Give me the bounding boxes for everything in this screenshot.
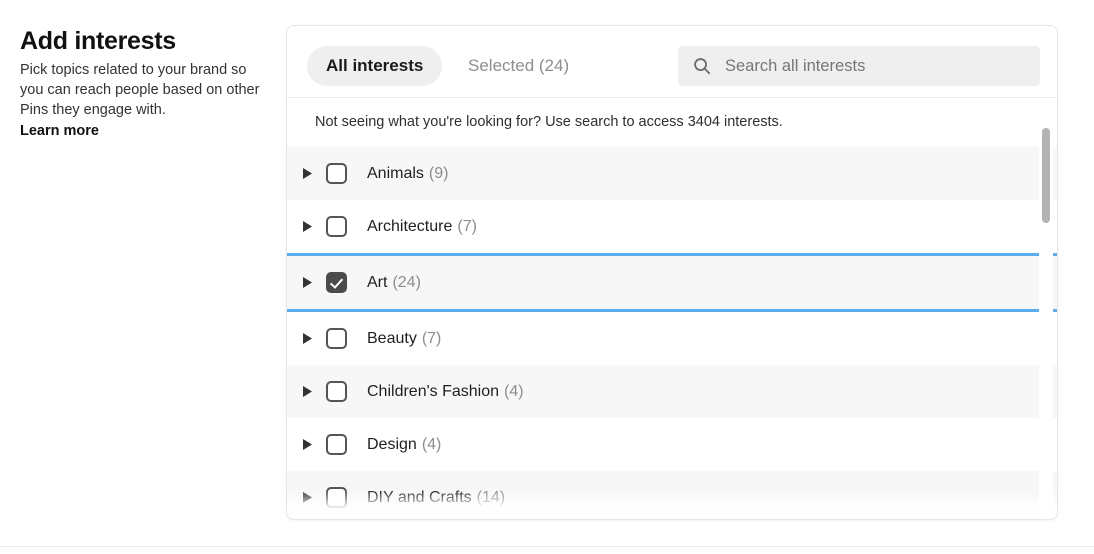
interest-count: (9) <box>429 165 449 183</box>
interest-row-design[interactable]: Design (4) <box>287 418 1057 471</box>
interest-label: Animals <box>367 165 424 183</box>
interest-count: (14) <box>477 489 505 507</box>
interest-row-diy-and-crafts[interactable]: DIY and Crafts (14) <box>287 471 1057 520</box>
search-icon <box>693 57 711 75</box>
interests-list: Animals (9) Architecture (7) Art (24) Be… <box>287 147 1057 520</box>
interest-label: Children's Fashion <box>367 383 499 401</box>
interest-count: (4) <box>422 436 442 454</box>
interest-checkbox[interactable] <box>326 216 347 237</box>
card-header: All interests Selected (24) <box>287 26 1057 98</box>
tab-selected[interactable]: Selected (24) <box>449 46 588 86</box>
interest-label: DIY and Crafts <box>367 489 472 507</box>
interest-label: Architecture <box>367 218 452 236</box>
expand-caret-icon[interactable] <box>299 147 315 200</box>
interest-label: Design <box>367 436 417 454</box>
interest-count: (7) <box>422 330 442 348</box>
interest-count: (24) <box>392 274 420 292</box>
expand-caret-icon[interactable] <box>299 365 315 418</box>
interest-label: Beauty <box>367 330 417 348</box>
page-bottom-divider <box>0 546 1094 547</box>
expand-caret-icon[interactable] <box>299 256 315 309</box>
search-hint-notice: Not seeing what you're looking for? Use … <box>287 98 1057 147</box>
expand-caret-icon[interactable] <box>299 471 315 520</box>
interest-row-beauty[interactable]: Beauty (7) <box>287 312 1057 365</box>
tab-all-interests[interactable]: All interests <box>307 46 442 86</box>
interest-checkbox[interactable] <box>326 487 347 508</box>
expand-caret-icon[interactable] <box>299 200 315 253</box>
search-input[interactable] <box>725 54 1040 78</box>
list-scrollbar-track[interactable] <box>1039 99 1053 516</box>
intro-description: Pick topics related to your brand so you… <box>20 60 260 120</box>
interest-checkbox[interactable] <box>326 434 347 455</box>
page-title: Add interests <box>20 26 260 56</box>
interest-label: Art <box>367 274 387 292</box>
interest-row-architecture[interactable]: Architecture (7) <box>287 200 1057 253</box>
intro-panel: Add interests Pick topics related to you… <box>20 26 260 141</box>
interest-count: (4) <box>504 383 524 401</box>
learn-more-link[interactable]: Learn more <box>20 121 99 141</box>
interest-checkbox[interactable] <box>326 163 347 184</box>
interest-row-animals[interactable]: Animals (9) <box>287 147 1057 200</box>
interest-checkbox[interactable] <box>326 381 347 402</box>
list-scrollbar-thumb[interactable] <box>1042 128 1050 223</box>
expand-caret-icon[interactable] <box>299 312 315 365</box>
interest-checkbox[interactable] <box>326 272 347 293</box>
interest-checkbox[interactable] <box>326 328 347 349</box>
interest-row-art[interactable]: Art (24) <box>287 253 1057 312</box>
search-box[interactable] <box>678 46 1040 86</box>
interest-count: (7) <box>457 218 477 236</box>
expand-caret-icon[interactable] <box>299 418 315 471</box>
interest-row-childrens-fashion[interactable]: Children's Fashion (4) <box>287 365 1057 418</box>
interests-card: All interests Selected (24) Not seeing w… <box>286 25 1058 520</box>
